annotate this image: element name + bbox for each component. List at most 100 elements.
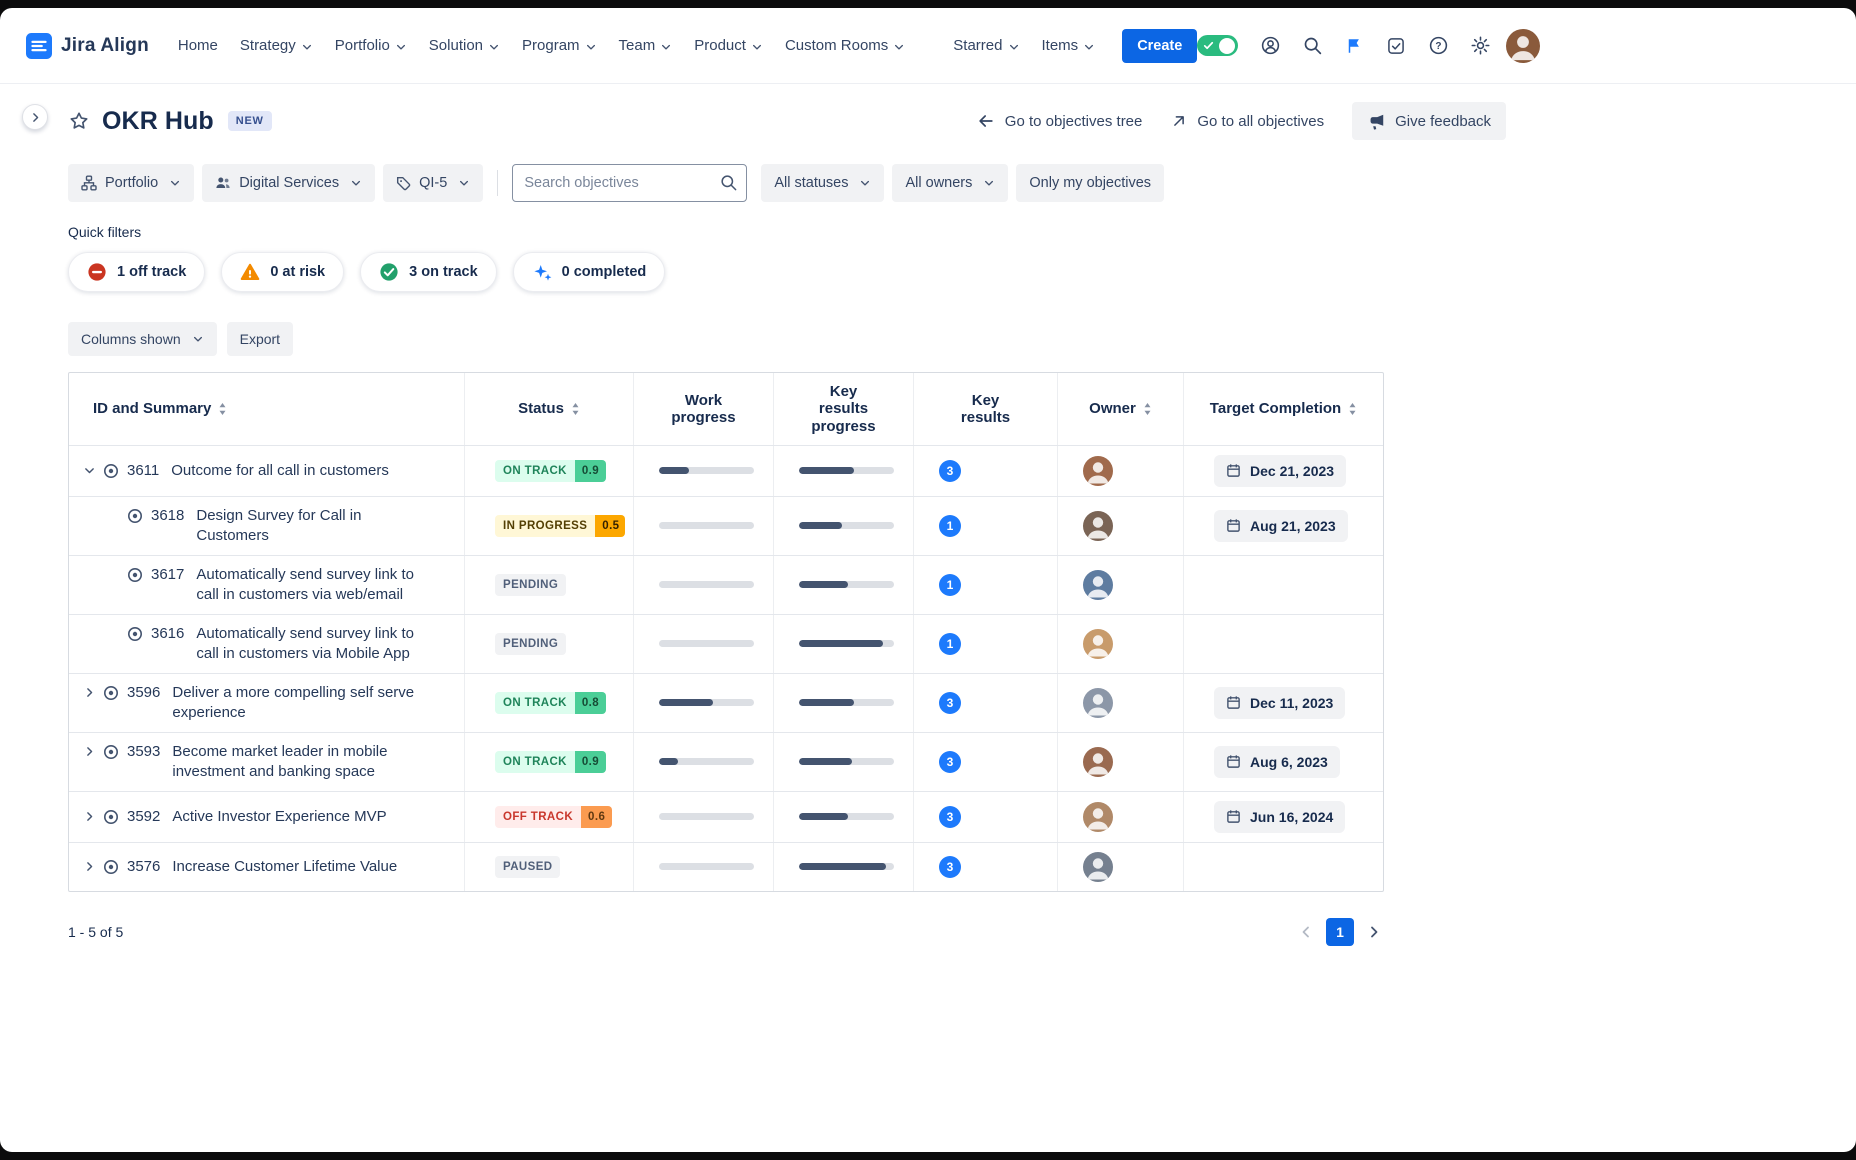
- quick-filter-at-risk[interactable]: 0 at risk: [221, 252, 345, 292]
- account-button[interactable]: [1254, 30, 1286, 62]
- key-results-count-badge[interactable]: 3: [939, 750, 961, 773]
- table-row[interactable]: 3618 Design Survey for Call in Customers…: [69, 496, 1383, 556]
- row-expand-chevron[interactable]: [81, 461, 97, 481]
- target-completion-date[interactable]: Aug 6, 2023: [1214, 745, 1340, 778]
- owner-avatar[interactable]: [1083, 687, 1113, 718]
- table-row[interactable]: 3576 Increase Customer Lifetime Value PA…: [69, 842, 1383, 891]
- help-icon: ?: [1429, 36, 1447, 55]
- nav-item-team[interactable]: Team: [608, 29, 684, 62]
- table-row[interactable]: 3592 Active Investor Experience MVP OFF …: [69, 791, 1383, 843]
- status-filter-dropdown[interactable]: All statuses: [761, 164, 885, 202]
- interval-filter-dropdown[interactable]: QI-5: [383, 164, 484, 202]
- column-header-work-progress: Work progress: [634, 373, 774, 445]
- sidebar-expand-button[interactable]: [22, 104, 48, 130]
- page-1-button[interactable]: 1: [1326, 917, 1354, 946]
- owner-avatar[interactable]: [1083, 746, 1113, 777]
- objective-summary-link[interactable]: Design Survey for Call in Customers: [196, 506, 456, 546]
- objective-summary-link[interactable]: Become market leader in mobile investmen…: [172, 742, 456, 782]
- quick-filter-on-track[interactable]: 3 on track: [360, 252, 497, 292]
- only-my-objectives-button[interactable]: Only my objectives: [1016, 164, 1165, 202]
- owner-avatar[interactable]: [1083, 510, 1113, 541]
- nav-item-custom-rooms[interactable]: Custom Rooms: [774, 29, 916, 62]
- program-filter-dropdown[interactable]: Digital Services: [202, 164, 376, 202]
- nav-item-home[interactable]: Home: [167, 29, 229, 62]
- announcements-button[interactable]: [1338, 30, 1370, 62]
- nav-item-program[interactable]: Program: [511, 29, 608, 62]
- table-row[interactable]: 3611 Outcome for all call in customers O…: [69, 445, 1383, 497]
- nav-utility-icons: ?: [1197, 28, 1541, 63]
- table-row[interactable]: 3593 Become market leader in mobile inve…: [69, 732, 1383, 792]
- status-cell: PAUSED: [465, 842, 634, 891]
- go-to-objectives-tree-link[interactable]: Go to objectives tree: [976, 111, 1142, 131]
- column-header-target-completion[interactable]: Target Completion: [1184, 373, 1383, 445]
- work-progress-cell: [634, 842, 774, 891]
- tasks-button[interactable]: [1380, 30, 1412, 62]
- portfolio-filter-dropdown[interactable]: Portfolio: [68, 164, 195, 202]
- user-avatar[interactable]: [1506, 28, 1541, 63]
- table-row[interactable]: 3616 Automatically send survey link to c…: [69, 614, 1383, 674]
- previous-page-button[interactable]: [1296, 922, 1316, 942]
- table-row[interactable]: 3596 Deliver a more compelling self serv…: [69, 673, 1383, 733]
- key-results-count-badge[interactable]: 1: [939, 632, 961, 655]
- kr-progress-bar: [799, 758, 894, 766]
- jira-align-logo[interactable]: Jira Align: [26, 32, 149, 59]
- hierarchy-icon: [81, 175, 97, 191]
- favorite-star-icon[interactable]: [68, 110, 90, 132]
- column-header-owner[interactable]: Owner: [1058, 373, 1184, 445]
- kr-progress-fill: [799, 467, 855, 475]
- owner-avatar[interactable]: [1083, 851, 1113, 882]
- owner-avatar[interactable]: [1083, 628, 1113, 659]
- nav-item-strategy[interactable]: Strategy: [229, 29, 324, 62]
- nav-item-starred[interactable]: Starred: [942, 29, 1030, 62]
- owner-avatar[interactable]: [1083, 801, 1113, 832]
- columns-shown-dropdown[interactable]: Columns shown: [68, 322, 217, 356]
- give-feedback-button[interactable]: Give feedback: [1352, 102, 1506, 140]
- help-button[interactable]: ?: [1422, 30, 1454, 62]
- key-results-count-badge[interactable]: 1: [939, 514, 961, 537]
- quick-filter-completed[interactable]: 0 completed: [512, 252, 666, 292]
- row-expand-chevron[interactable]: [81, 742, 97, 762]
- date-label: Dec 21, 2023: [1250, 462, 1335, 479]
- nav-item-portfolio[interactable]: Portfolio: [324, 29, 418, 62]
- next-page-button[interactable]: [1364, 922, 1384, 942]
- objective-summary-link[interactable]: Active Investor Experience MVP: [172, 807, 408, 827]
- column-header-status[interactable]: Status: [465, 373, 634, 445]
- table-row[interactable]: 3617 Automatically send survey link to c…: [69, 555, 1383, 615]
- objective-summary-link[interactable]: Deliver a more compelling self serve exp…: [172, 683, 456, 723]
- target-completion-date[interactable]: Dec 21, 2023: [1214, 454, 1347, 487]
- objective-summary-link[interactable]: Outcome for all call in customers: [171, 461, 411, 481]
- column-header-id-summary[interactable]: ID and Summary: [69, 373, 465, 445]
- objective-summary-link[interactable]: Automatically send survey link to call i…: [196, 624, 456, 664]
- create-button[interactable]: Create: [1122, 28, 1198, 63]
- jira-align-logo-icon: [26, 32, 52, 59]
- owner-filter-dropdown[interactable]: All owners: [892, 164, 1009, 202]
- nav-item-product[interactable]: Product: [683, 29, 774, 62]
- go-to-all-objectives-link[interactable]: Go to all objectives: [1170, 112, 1324, 130]
- key-results-count-badge[interactable]: 3: [939, 855, 961, 878]
- row-expand-chevron[interactable]: [81, 807, 97, 827]
- key-results-count-badge[interactable]: 3: [939, 459, 961, 482]
- objective-summary-link[interactable]: Increase Customer Lifetime Value: [172, 857, 419, 877]
- kr-progress-bar: [799, 863, 894, 871]
- objective-summary-link[interactable]: Automatically send survey link to call i…: [196, 565, 456, 605]
- row-expand-chevron[interactable]: [81, 683, 97, 703]
- key-results-count-badge[interactable]: 3: [939, 691, 961, 714]
- status-toggle[interactable]: [1197, 35, 1239, 56]
- kr-progress-fill: [799, 813, 849, 821]
- global-search-button[interactable]: [1296, 30, 1328, 62]
- export-button[interactable]: Export: [226, 322, 294, 356]
- key-results-count-badge[interactable]: 1: [939, 573, 961, 596]
- target-completion-date[interactable]: Dec 11, 2023: [1214, 686, 1346, 719]
- status-badge: IN PROGRESS 0.5: [495, 514, 625, 537]
- search-objectives-input[interactable]: [512, 164, 748, 202]
- key-results-count-badge[interactable]: 3: [939, 805, 961, 828]
- target-completion-date[interactable]: Aug 21, 2023: [1214, 509, 1348, 542]
- settings-button[interactable]: [1464, 30, 1496, 62]
- target-completion-date[interactable]: Jun 16, 2024: [1214, 800, 1346, 833]
- nav-item-items[interactable]: Items: [1031, 29, 1107, 62]
- owner-avatar[interactable]: [1083, 455, 1113, 486]
- nav-item-solution[interactable]: Solution: [418, 29, 511, 62]
- quick-filter-off-track[interactable]: 1 off track: [68, 252, 206, 292]
- owner-avatar[interactable]: [1083, 569, 1113, 600]
- row-expand-chevron[interactable]: [81, 857, 97, 877]
